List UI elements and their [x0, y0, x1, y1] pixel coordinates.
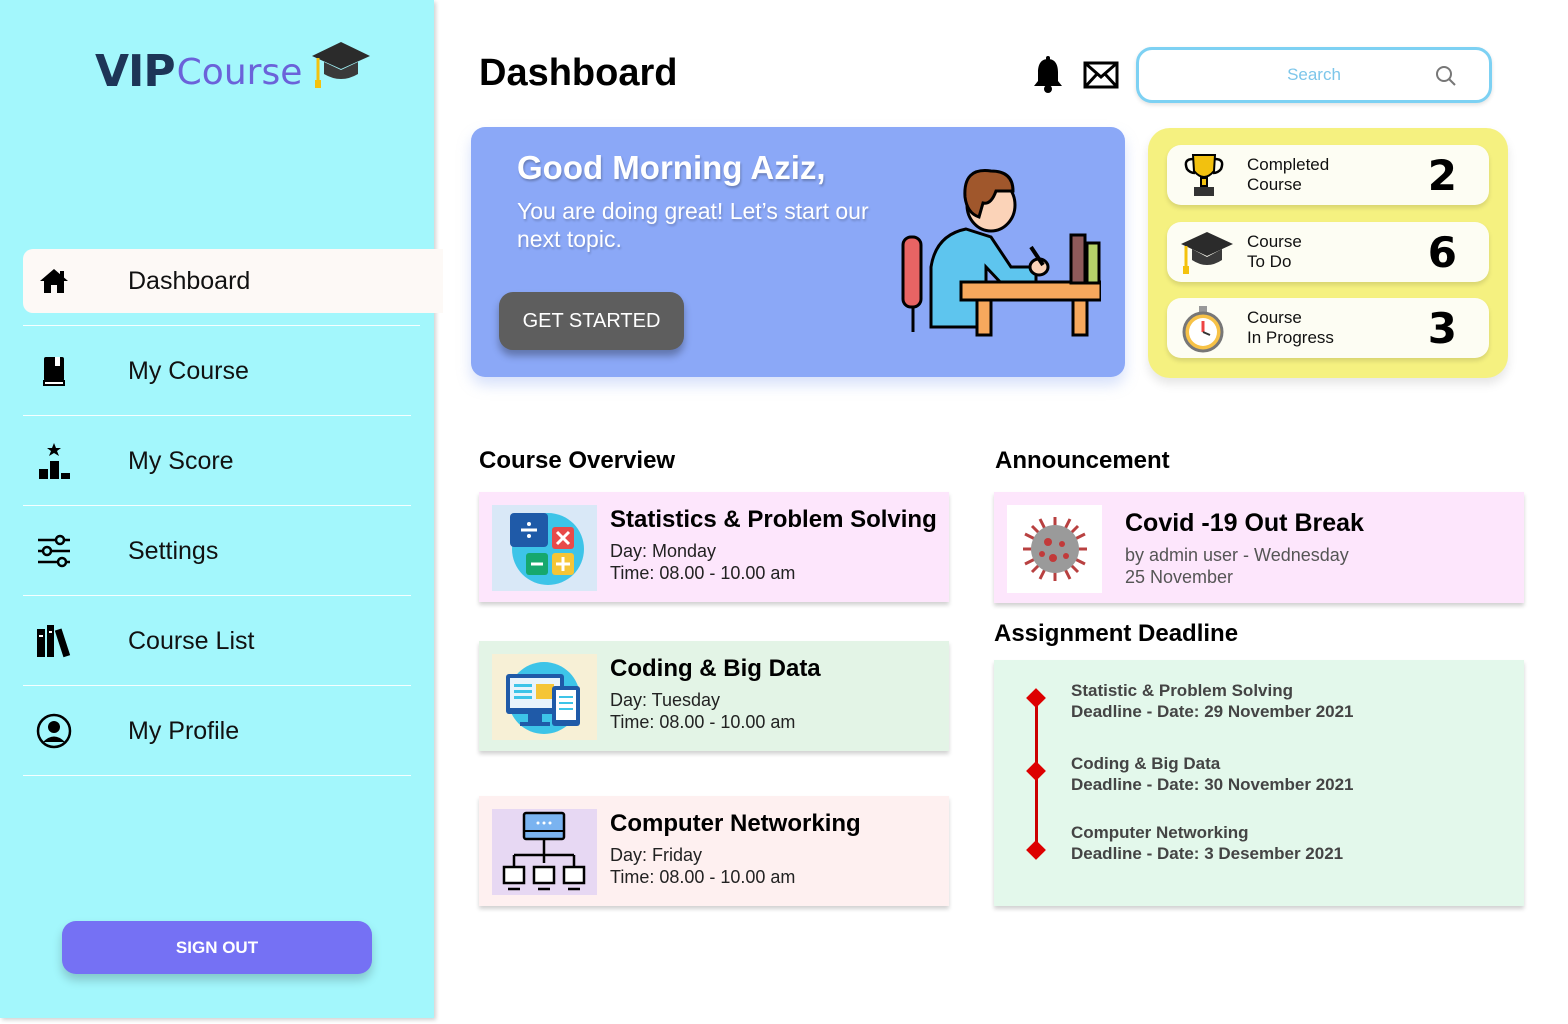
stat-value: 2 — [1427, 151, 1457, 200]
book-icon — [23, 355, 85, 387]
sidebar-nav: Dashboard My Course My Score Settings Co… — [23, 249, 443, 789]
stat-label-line1: Course — [1247, 308, 1302, 327]
brand-part-course: Course — [176, 52, 303, 93]
course-overview-title: Course Overview — [479, 447, 676, 474]
deadline-item[interactable]: Computer Networking Deadline - Date: 3 D… — [1071, 822, 1343, 864]
assignment-deadline-card: Statistic & Problem Solving Deadline - D… — [994, 660, 1524, 906]
course-schedule: Day: Tuesday Time: 08.00 - 10.00 am — [610, 689, 795, 733]
sidebar-item-label: Course List — [128, 626, 255, 655]
course-day: Day: Tuesday — [610, 690, 721, 710]
course-day: Day: Friday — [610, 845, 703, 865]
sidebar-item-label: Dashboard — [128, 266, 251, 295]
course-card[interactable]: Statistics & Problem Solving Day: Monday… — [479, 492, 949, 602]
search-placeholder: Search — [1287, 65, 1341, 84]
deadline-course: Computer Networking — [1071, 823, 1249, 842]
deadline-date: Deadline - Date: 29 November 2021 — [1071, 702, 1354, 721]
assignment-deadline-title: Assignment Deadline — [994, 620, 1239, 647]
virus-icon — [1007, 505, 1102, 593]
course-title: Coding & Big Data — [610, 655, 821, 682]
stat-course-to-do[interactable]: Course To Do 6 — [1167, 222, 1489, 282]
sidebar-item-label: My Profile — [128, 716, 240, 745]
course-stats-panel: Completed Course 2 Course To Do 6 Course… — [1148, 128, 1508, 378]
sidebar-item-my-course[interactable]: My Course — [23, 339, 434, 416]
user-circle-icon — [23, 713, 85, 749]
deadline-date: Deadline - Date: 3 Desember 2021 — [1071, 844, 1344, 863]
network-icon — [492, 809, 597, 895]
mail-icon[interactable] — [1083, 61, 1119, 94]
get-started-button[interactable]: GET STARTED — [499, 292, 684, 350]
podium-icon — [23, 441, 85, 481]
course-title: Statistics & Problem Solving — [610, 506, 937, 533]
announcement-meta: by admin user - Wednesday 25 November — [1125, 544, 1349, 588]
course-card[interactable]: Computer Networking Day: Friday Time: 08… — [479, 796, 949, 906]
bell-icon[interactable] — [1031, 56, 1065, 99]
trophy-icon — [1179, 151, 1229, 204]
stat-value: 6 — [1427, 228, 1457, 277]
timeline-marker — [1026, 688, 1046, 708]
course-time: Time: 08.00 - 10.00 am — [610, 712, 796, 732]
sidebar-item-course-list[interactable]: Course List — [23, 609, 434, 686]
stat-label: Course To Do — [1247, 232, 1302, 272]
welcome-message: You are doing great! Let’s start our nex… — [517, 198, 869, 252]
stat-label: Course In Progress — [1247, 308, 1334, 348]
page-title: Dashboard — [479, 52, 678, 94]
sidebar: VIP Course Dashboard My Course My Score … — [0, 0, 443, 1018]
stat-label-line1: Course — [1247, 232, 1302, 251]
announcement-item-title: Covid -19 Out Break — [1125, 509, 1364, 537]
calculator-icon — [492, 505, 597, 591]
deadline-item[interactable]: Statistic & Problem Solving Deadline - D… — [1071, 680, 1354, 722]
library-icon — [23, 623, 85, 659]
announcement-author-day: by admin user - Wednesday — [1125, 545, 1349, 565]
timeline-marker — [1026, 761, 1046, 781]
course-time: Time: 08.00 - 10.00 am — [610, 867, 796, 887]
sidebar-item-my-profile[interactable]: My Profile — [23, 699, 434, 776]
course-schedule: Day: Friday Time: 08.00 - 10.00 am — [610, 844, 795, 888]
brand-part-vip: VIP — [95, 46, 176, 97]
stat-label-line2: In Progress — [1247, 328, 1334, 347]
deadline-item[interactable]: Coding & Big Data Deadline - Date: 30 No… — [1071, 753, 1354, 795]
sidebar-item-label: Settings — [128, 536, 219, 565]
course-title: Computer Networking — [610, 810, 861, 837]
graduation-cap-icon — [1179, 228, 1235, 281]
stat-label: Completed Course — [1247, 155, 1329, 195]
sidebar-item-settings[interactable]: Settings — [23, 519, 434, 596]
search-icon[interactable] — [1435, 65, 1457, 92]
timeline-marker — [1026, 840, 1046, 860]
course-schedule: Day: Monday Time: 08.00 - 10.00 am — [610, 540, 795, 584]
announcement-title: Announcement — [995, 447, 1170, 474]
student-studying-illustration — [891, 157, 1103, 342]
greeting-text: Good Morning Aziz, — [517, 149, 826, 186]
home-icon — [23, 267, 85, 295]
sliders-icon — [23, 534, 85, 568]
stat-completed-course[interactable]: Completed Course 2 — [1167, 145, 1489, 205]
graduation-cap-icon — [310, 38, 372, 95]
search-input[interactable]: Search — [1136, 47, 1492, 103]
sign-out-button[interactable]: SIGN OUT — [62, 921, 372, 974]
announcement-date: 25 November — [1125, 567, 1234, 587]
deadline-course: Statistic & Problem Solving — [1071, 681, 1293, 700]
stat-label-line1: Completed — [1247, 155, 1330, 174]
announcement-card[interactable]: Covid -19 Out Break by admin user - Wedn… — [994, 492, 1524, 603]
sidebar-item-label: My Course — [128, 356, 249, 385]
course-time: Time: 08.00 - 10.00 am — [610, 563, 796, 583]
sidebar-item-label: My Score — [128, 446, 234, 475]
stat-label-line2: To Do — [1247, 252, 1292, 271]
stopwatch-icon — [1179, 304, 1227, 359]
sidebar-item-dashboard[interactable]: Dashboard — [23, 249, 443, 326]
course-card[interactable]: Coding & Big Data Day: Tuesday Time: 08.… — [479, 641, 949, 751]
stat-value: 3 — [1427, 304, 1457, 353]
welcome-banner: Good Morning Aziz, You are doing great! … — [471, 127, 1125, 377]
stat-course-in-progress[interactable]: Course In Progress 3 — [1167, 298, 1489, 358]
sidebar-item-my-score[interactable]: My Score — [23, 429, 434, 506]
course-day: Day: Monday — [610, 541, 717, 561]
stat-label-line2: Course — [1247, 175, 1302, 194]
deadline-course: Coding & Big Data — [1071, 754, 1221, 773]
brand-logo[interactable]: VIP Course — [95, 38, 372, 97]
computer-data-icon — [492, 654, 597, 740]
deadline-date: Deadline - Date: 30 November 2021 — [1071, 775, 1354, 794]
